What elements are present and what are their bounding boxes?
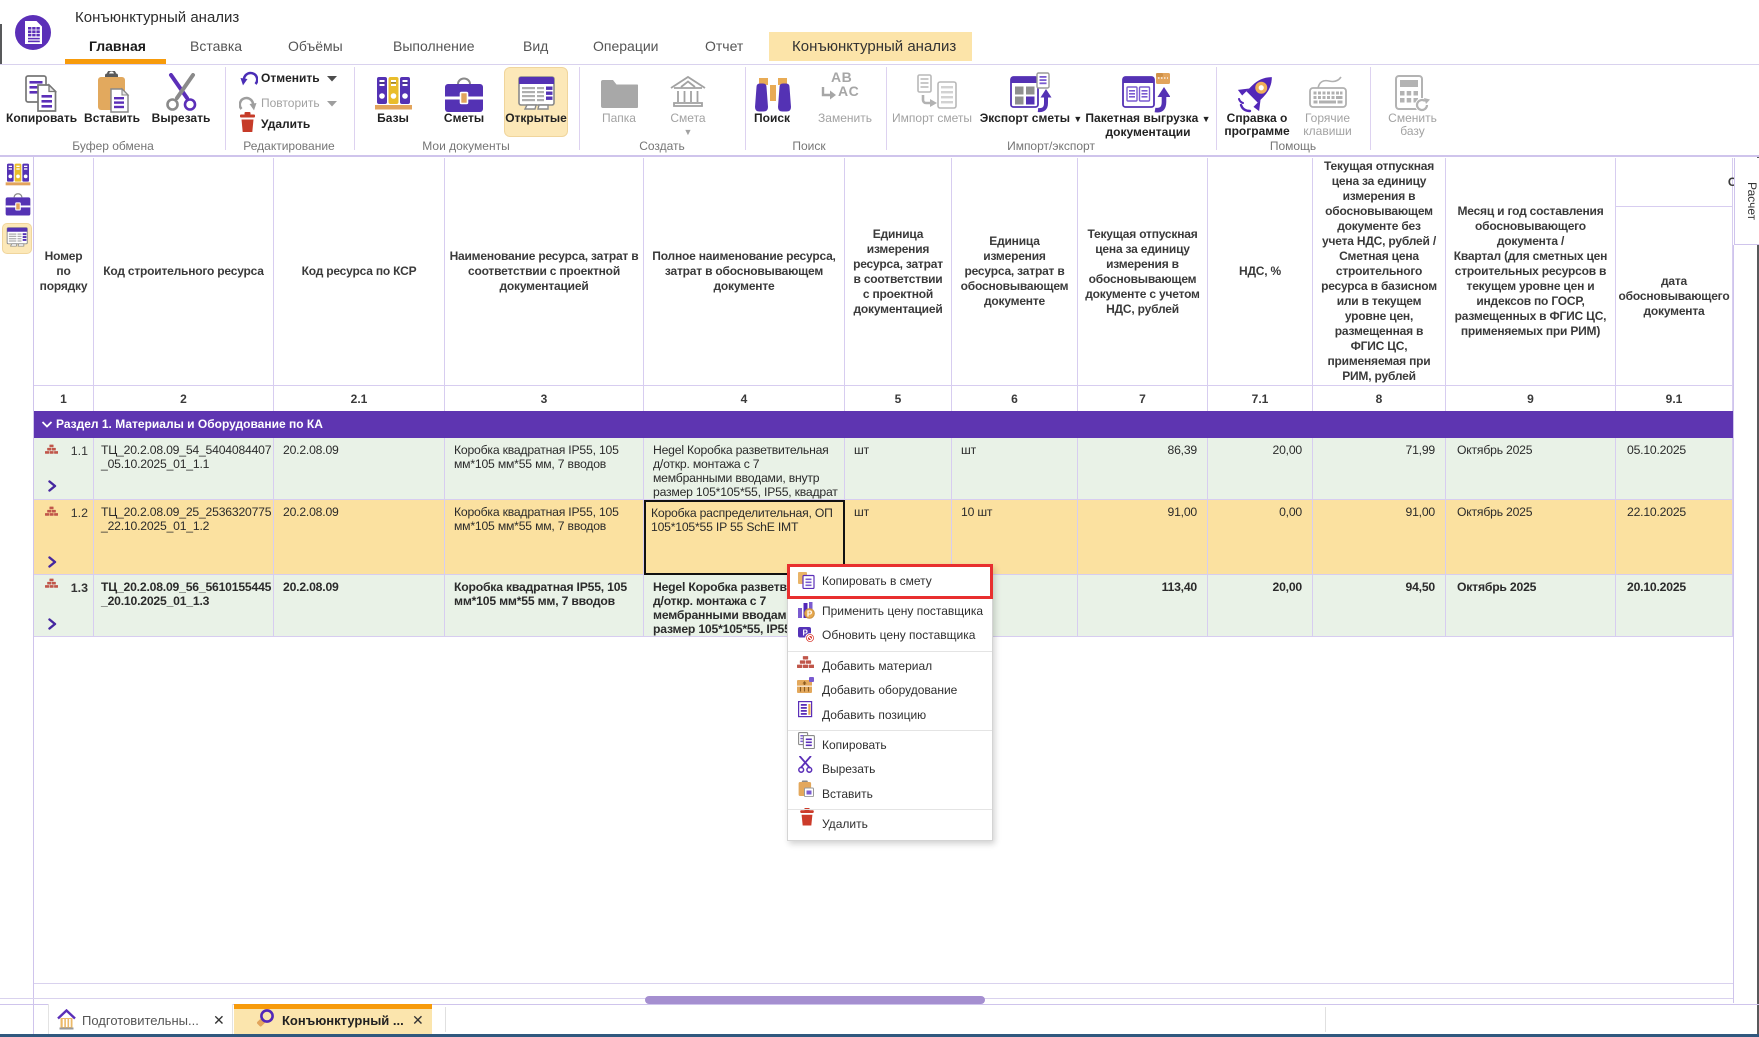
svg-text:P: P [807, 609, 813, 618]
